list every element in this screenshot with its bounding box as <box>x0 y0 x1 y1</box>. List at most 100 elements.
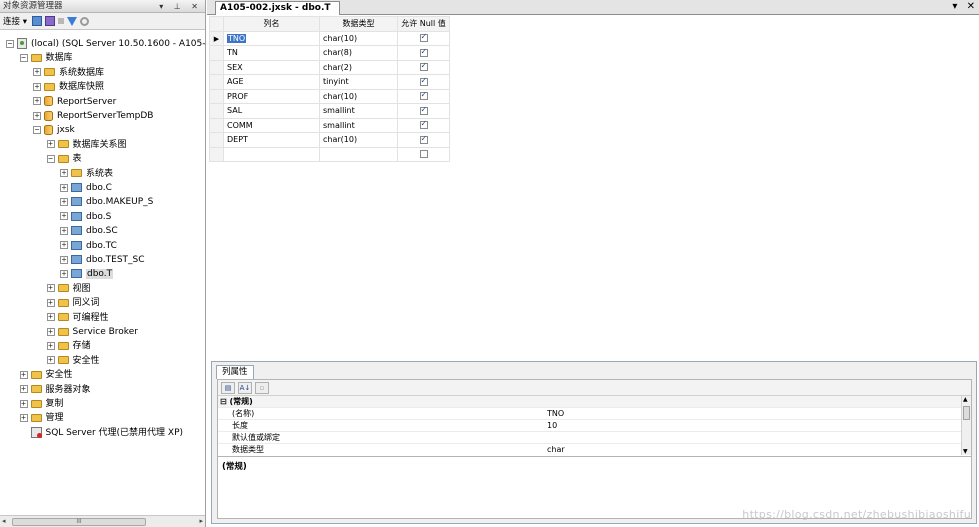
expand-icon[interactable]: + <box>33 97 41 106</box>
expand-icon[interactable]: + <box>46 327 55 336</box>
data-type-cell[interactable]: tinyint <box>319 74 398 90</box>
allow-null-checkbox[interactable] <box>419 76 428 86</box>
row-selector[interactable] <box>209 74 224 90</box>
expand-icon[interactable]: + <box>60 226 68 235</box>
row-selector[interactable] <box>209 59 224 75</box>
close-tab-icon[interactable]: ✕ <box>967 1 975 12</box>
connect-button[interactable]: 连接 ▾ <box>3 15 27 27</box>
property-row[interactable]: 数据类型 char <box>218 444 961 455</box>
property-row[interactable]: 默认值或绑定 <box>218 432 961 444</box>
collapse-icon[interactable]: ⊟ <box>220 397 227 406</box>
collapse-icon[interactable]: − <box>46 154 55 163</box>
row-selector[interactable] <box>209 117 224 133</box>
row-selector[interactable] <box>209 45 224 61</box>
scroll-up-icon[interactable]: ▲ <box>963 396 968 403</box>
property-row[interactable]: (名称) TNO <box>218 408 961 420</box>
column-name-cell[interactable]: PROF <box>223 88 320 104</box>
allow-null-checkbox[interactable] <box>419 134 428 144</box>
expand-icon[interactable]: + <box>60 241 68 250</box>
column-name-cell[interactable] <box>223 146 320 162</box>
column-name-cell[interactable]: DEPT <box>223 132 320 148</box>
column-name-cell[interactable]: COMM <box>223 117 320 133</box>
tree-node[interactable]: − 表 <box>46 152 82 166</box>
filter-icon[interactable] <box>66 16 77 26</box>
tree-node[interactable]: + dbo.SC <box>60 224 118 238</box>
data-type-cell[interactable]: smallint <box>319 117 398 133</box>
expand-icon[interactable]: + <box>33 82 41 91</box>
data-type-cell[interactable] <box>319 146 398 162</box>
tree-node[interactable]: + dbo.TEST_SC <box>60 253 145 267</box>
column-row[interactable]: SEX char(2) <box>209 59 450 75</box>
tree-node[interactable]: + 服务器对象 <box>19 383 91 397</box>
allow-null-checkbox[interactable] <box>419 105 428 115</box>
tree-node[interactable]: + 安全性 <box>46 354 100 368</box>
horizontal-scrollbar[interactable]: ◂ III ▸ <box>0 515 205 527</box>
column-name-cell[interactable]: TNO <box>223 30 320 46</box>
connect-icon[interactable] <box>31 16 42 26</box>
column-row[interactable] <box>209 146 450 162</box>
tree-node[interactable]: + dbo.T <box>60 267 114 281</box>
scrollbar-thumb[interactable]: III <box>12 518 146 526</box>
allow-null-checkbox[interactable] <box>419 90 428 101</box>
row-selector[interactable] <box>209 88 224 104</box>
allow-null-checkbox[interactable] <box>419 61 428 72</box>
scrollbar-thumb[interactable] <box>963 406 970 420</box>
expand-icon[interactable]: + <box>60 169 68 178</box>
expand-icon[interactable]: + <box>46 313 55 322</box>
expand-icon[interactable]: + <box>19 385 28 394</box>
column-row[interactable]: PROF char(10) <box>209 88 450 104</box>
allow-null-checkbox[interactable] <box>419 150 428 159</box>
row-selector[interactable]: ▶ <box>209 30 224 46</box>
tree-node[interactable]: + 同义词 <box>46 296 100 310</box>
tree-node[interactable]: SQL Server 代理(已禁用代理 XP) <box>20 426 183 440</box>
collapse-icon[interactable]: − <box>33 125 41 134</box>
tree-node[interactable]: + ReportServerTempDB <box>33 109 153 123</box>
tab-column-properties[interactable]: 列属性 <box>216 365 254 379</box>
allow-null-checkbox[interactable] <box>419 119 428 130</box>
tree-node[interactable]: + dbo.C <box>60 181 112 195</box>
collapse-icon[interactable]: − <box>6 39 14 48</box>
expand-icon[interactable]: + <box>60 255 68 264</box>
property-value[interactable]: 10 <box>547 420 557 432</box>
stop-icon[interactable] <box>57 18 64 24</box>
expand-icon[interactable]: + <box>46 298 55 307</box>
categorized-icon[interactable]: ▤ <box>221 381 235 394</box>
tree-node[interactable]: − jxsk <box>33 123 75 137</box>
tab-table-designer[interactable]: A105-002.jxsk - dbo.T <box>215 1 340 15</box>
column-row[interactable]: DEPT char(10) <box>209 132 450 148</box>
expand-icon[interactable]: + <box>19 370 28 379</box>
alphabetical-sort-icon[interactable]: A↓ <box>238 381 252 394</box>
tree-node[interactable]: + 数据库关系图 <box>46 138 127 152</box>
tree-node[interactable]: + 存储 <box>46 339 91 353</box>
tree-node[interactable]: − (local) (SQL Server 10.50.1600 - A105-0… <box>6 37 205 51</box>
disconnect-icon[interactable] <box>44 16 55 26</box>
refresh-icon[interactable] <box>79 16 89 26</box>
tree-node[interactable]: + 系统表 <box>60 167 113 181</box>
column-row[interactable]: AGE tinyint <box>209 74 450 90</box>
tree-node[interactable]: − 数据库 <box>19 51 73 65</box>
expand-icon[interactable]: + <box>46 284 55 293</box>
data-type-cell[interactable]: char(2) <box>319 59 398 75</box>
expand-icon[interactable]: + <box>33 111 41 120</box>
scroll-left-icon[interactable]: ◂ <box>2 517 6 525</box>
expand-icon[interactable]: + <box>19 399 28 408</box>
column-name-cell[interactable]: SAL <box>223 103 320 119</box>
expand-icon[interactable]: + <box>19 413 28 422</box>
property-pages-icon[interactable]: ▫ <box>255 381 269 394</box>
tree-node[interactable]: + Service Broker <box>46 325 138 339</box>
tree-node[interactable]: + 视图 <box>46 282 91 296</box>
property-category[interactable]: ⊟ (常规) <box>218 396 961 408</box>
property-grid-scrollbar[interactable]: ▲ ▼ <box>961 396 971 455</box>
expand-icon[interactable]: + <box>60 197 68 206</box>
expand-icon[interactable]: + <box>60 183 68 192</box>
column-row[interactable]: TN char(8) <box>209 45 450 61</box>
allow-null-checkbox[interactable] <box>419 32 428 43</box>
tree-node[interactable]: + dbo.TC <box>60 239 117 253</box>
column-name-cell[interactable]: TN <box>223 45 320 61</box>
tree-node[interactable]: + 数据库快照 <box>33 80 104 94</box>
tab-list-dropdown-icon[interactable]: ▾ <box>952 1 957 12</box>
column-row[interactable]: COMM smallint <box>209 117 450 133</box>
row-selector[interactable] <box>209 146 224 162</box>
data-type-cell[interactable]: char(10) <box>319 132 398 148</box>
tree-node[interactable]: + 安全性 <box>19 368 73 382</box>
